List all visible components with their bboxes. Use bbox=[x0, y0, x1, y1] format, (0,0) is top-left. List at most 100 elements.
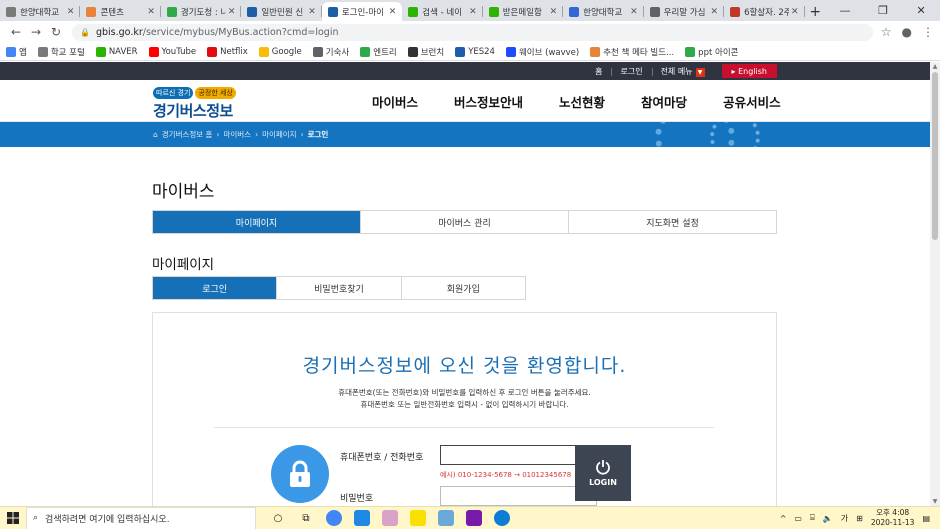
url-input[interactable]: 🔒 gbis.go.kr/service/mybus/MyBus.action?… bbox=[72, 23, 873, 41]
scroll-up-icon[interactable]: ▲ bbox=[930, 63, 940, 70]
browser-tab[interactable]: 받은메일함 ✕ bbox=[483, 2, 564, 21]
chrome-icon[interactable] bbox=[326, 510, 342, 526]
bookmark-item[interactable]: YES24 bbox=[455, 46, 495, 57]
util-all-menu[interactable]: 전체 메뉴 ▼ bbox=[651, 66, 714, 77]
main-tab[interactable]: 지도화면 설정 bbox=[568, 211, 776, 233]
task-view-icon[interactable]: ⧉ bbox=[298, 510, 314, 526]
bookmark-item[interactable]: YouTube bbox=[148, 46, 197, 57]
browser-tab[interactable]: 일반민원 신 ✕ bbox=[241, 2, 322, 21]
keyboard-icon[interactable]: ⊞ bbox=[856, 514, 863, 523]
browser-tab[interactable]: 로그인-마이 ✕ bbox=[321, 2, 403, 21]
tab-title: 로그인-마이 bbox=[341, 7, 384, 18]
nav-item[interactable]: 노선현황 bbox=[559, 92, 605, 111]
edge-icon[interactable] bbox=[494, 510, 510, 526]
browser-tab[interactable]: 콘텐츠 ✕ bbox=[80, 2, 161, 21]
windows-start-icon[interactable] bbox=[0, 507, 26, 529]
bookmark-item[interactable]: 엔트리 bbox=[360, 46, 397, 58]
app-icon[interactable] bbox=[438, 510, 454, 526]
app-icon[interactable] bbox=[382, 510, 398, 526]
star-icon[interactable]: ☆ bbox=[881, 25, 892, 39]
sub-tab[interactable]: 회원가입 bbox=[400, 277, 525, 299]
bookmark-item[interactable]: 웨이브 (wavve) bbox=[505, 46, 579, 58]
reload-icon[interactable]: ↻ bbox=[46, 25, 66, 39]
bookmark-item[interactable]: 브런치 bbox=[407, 46, 444, 58]
scroll-down-icon[interactable]: ▼ bbox=[930, 498, 940, 505]
browser-tab[interactable]: 6할살자. 2주 ✕ bbox=[724, 2, 805, 21]
close-tab-icon[interactable]: ✕ bbox=[67, 7, 75, 17]
sub-tab[interactable]: 비밀번호찾기 bbox=[276, 277, 400, 299]
close-tab-icon[interactable]: ✕ bbox=[791, 7, 799, 17]
onenote-icon[interactable] bbox=[466, 510, 482, 526]
network-icon[interactable]: ⌸ bbox=[810, 513, 815, 523]
restore-icon[interactable]: ❐ bbox=[864, 0, 902, 21]
util-login-link[interactable]: 로그인 bbox=[611, 66, 651, 77]
phone-input[interactable] bbox=[440, 445, 597, 465]
close-tab-icon[interactable]: ✕ bbox=[469, 7, 477, 17]
bookmark-item[interactable]: NAVER bbox=[95, 46, 138, 57]
bookmark-label: YouTube bbox=[161, 46, 197, 57]
ime-indicator[interactable]: 가 bbox=[841, 513, 848, 524]
close-tab-icon[interactable]: ✕ bbox=[147, 7, 155, 17]
scrollbar-thumb[interactable] bbox=[932, 72, 938, 240]
page-scrollbar[interactable]: ▲ ▼ bbox=[930, 62, 940, 506]
close-tab-icon[interactable]: ✕ bbox=[389, 7, 397, 17]
bookmark-icon bbox=[590, 46, 601, 57]
close-tab-icon[interactable]: ✕ bbox=[630, 7, 638, 17]
close-tab-icon[interactable]: ✕ bbox=[550, 7, 558, 17]
close-tab-icon[interactable]: ✕ bbox=[711, 7, 719, 17]
breadcrumb-item[interactable]: 로그인 bbox=[308, 129, 329, 140]
browser-tab[interactable]: 한양대학교 ✕ bbox=[563, 2, 644, 21]
browser-tab[interactable]: 경기도청 : 나 ✕ bbox=[161, 2, 242, 21]
welcome-heading: 경기버스정보에 오신 것을 환영합니다. bbox=[302, 355, 627, 377]
login-button[interactable]: LOGIN bbox=[575, 445, 631, 501]
main-tab[interactable]: 마이버스 관리 bbox=[360, 211, 568, 233]
notification-icon[interactable]: ▤ bbox=[922, 514, 930, 523]
home-icon[interactable]: ⌂ bbox=[153, 130, 158, 139]
browser-tab[interactable]: 한양대학교 ✕ bbox=[0, 2, 81, 21]
bookmark-item[interactable]: ppt 아이콘 bbox=[685, 46, 738, 58]
breadcrumb-item[interactable]: 마이페이지 bbox=[262, 129, 297, 140]
kakaotalk-icon[interactable] bbox=[410, 510, 426, 526]
bookmark-item[interactable]: 기숙사 bbox=[312, 46, 349, 58]
app-icon[interactable] bbox=[354, 510, 370, 526]
minimize-icon[interactable]: — bbox=[826, 0, 864, 21]
nav-item[interactable]: 공유서비스 bbox=[723, 92, 781, 111]
lock-icon[interactable]: 🔒 bbox=[80, 28, 90, 37]
all-menu-label: 전체 메뉴 bbox=[660, 66, 693, 76]
profile-icon[interactable]: ● bbox=[902, 25, 912, 39]
close-tab-icon[interactable]: ✕ bbox=[228, 7, 236, 17]
browser-tab[interactable]: 우리말 가심 ✕ bbox=[644, 2, 725, 21]
back-icon[interactable]: ← bbox=[6, 25, 26, 39]
bookmark-item[interactable]: 앱 bbox=[6, 46, 27, 58]
site-logo[interactable]: 따르신 경기 공정한 세상 경기버스정보 bbox=[153, 87, 243, 120]
browser-tab[interactable]: 검색 - 네이 ✕ bbox=[402, 2, 483, 21]
clock[interactable]: 오후 4:08 2020-11-13 bbox=[871, 508, 915, 528]
util-home-link[interactable]: 홈 bbox=[586, 66, 611, 77]
nav-item[interactable]: 마이버스 bbox=[372, 92, 418, 111]
sub-tab[interactable]: 로그인 bbox=[153, 277, 277, 299]
close-tab-icon[interactable]: ✕ bbox=[308, 7, 316, 17]
bookmark-item[interactable]: 학교 포털 bbox=[37, 46, 85, 58]
nav-item[interactable]: 버스정보안내 bbox=[454, 92, 523, 111]
forward-icon[interactable]: → bbox=[26, 25, 46, 39]
main-tab[interactable]: 마이페이지 bbox=[153, 211, 360, 233]
bookmark-item[interactable]: Google bbox=[258, 46, 302, 57]
bookmark-item[interactable]: 추천 책 메타 빌드... bbox=[590, 46, 674, 58]
taskbar-search-input[interactable]: ⌕ 검색하려면 여기에 입력하십시오. bbox=[26, 506, 256, 529]
new-tab-button[interactable]: + bbox=[805, 2, 827, 21]
breadcrumb-item[interactable]: 경기버스정보 홈 bbox=[162, 129, 213, 140]
kebab-menu-icon[interactable]: ⋮ bbox=[922, 25, 934, 39]
favicon-icon bbox=[649, 6, 660, 17]
nav-item[interactable]: 참여마당 bbox=[641, 92, 687, 111]
cortana-icon[interactable]: ○ bbox=[270, 510, 286, 526]
close-window-icon[interactable]: ✕ bbox=[902, 0, 940, 21]
password-label: 비밀번호 bbox=[340, 494, 374, 504]
password-input[interactable] bbox=[440, 486, 597, 506]
bookmark-label: ppt 아이콘 bbox=[698, 47, 739, 58]
volume-icon[interactable]: 🔈 bbox=[823, 514, 833, 523]
battery-icon[interactable]: ▭ bbox=[794, 514, 802, 523]
bookmark-item[interactable]: Netflix bbox=[207, 46, 248, 57]
english-button[interactable]: ▸ English bbox=[721, 64, 777, 78]
chevron-up-icon[interactable]: ^ bbox=[780, 514, 787, 523]
breadcrumb-item[interactable]: 마이버스 bbox=[223, 129, 251, 140]
